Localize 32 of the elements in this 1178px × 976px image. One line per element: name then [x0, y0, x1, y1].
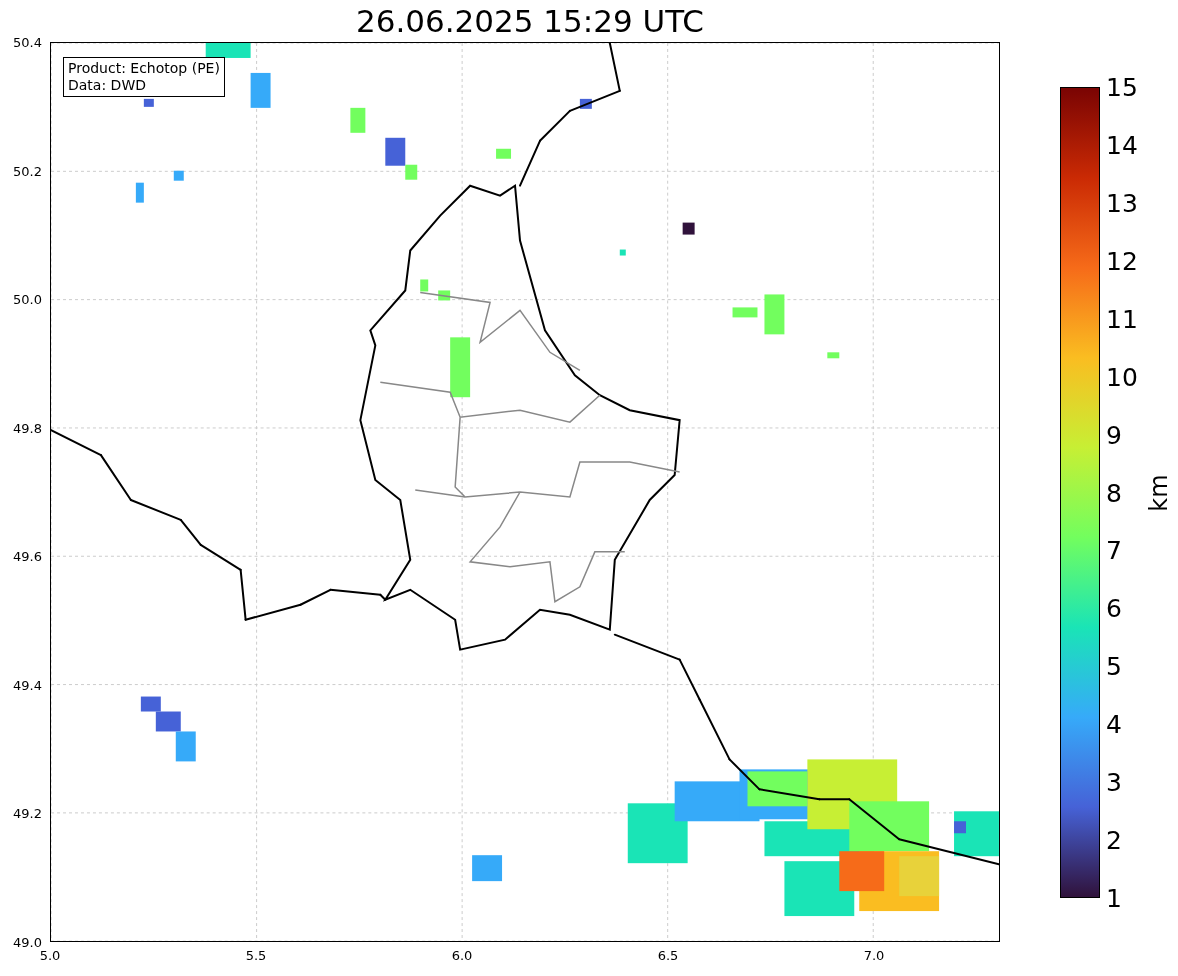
colorbar-tick-label: 9 [1106, 420, 1122, 450]
colorbar-tick-label: 8 [1106, 478, 1122, 507]
colorbar-tick-label: 14 [1106, 130, 1138, 160]
y-tick-label: 49.2 [13, 805, 42, 821]
x-tick-label: 7.0 [863, 948, 885, 963]
x-tick-label: 6.0 [451, 948, 473, 963]
colorbar-tick-label: 10 [1106, 362, 1138, 392]
colorbar-tick-label: 3 [1106, 767, 1122, 797]
colorbar-tick-label: 1 [1106, 883, 1122, 913]
colorbar-tick-label: 13 [1106, 188, 1138, 218]
info-text: Data: DWD [68, 77, 147, 94]
info-text: Product: Echotop (PE) [68, 60, 220, 77]
x-tick-label: 5.5 [245, 948, 267, 963]
colorbar-tick-label: 6 [1106, 593, 1122, 623]
y-tick-label: 50.2 [13, 163, 42, 179]
colorbar-tick-label: 11 [1106, 304, 1138, 334]
y-tick-label: 50.0 [13, 291, 42, 307]
colorbar-tick-label: 15 [1106, 72, 1138, 102]
colorbar-tick-label: 2 [1106, 825, 1122, 855]
y-tick-label: 49.4 [13, 677, 42, 693]
y-tick-label: 50.4 [13, 34, 42, 50]
chart-title: 26.06.2025 15:29 UTC [355, 2, 705, 41]
colorbar-tick-label: 12 [1106, 246, 1138, 276]
colorbar-tick-label: 7 [1106, 535, 1122, 565]
x-tick-label: 6.5 [657, 948, 679, 963]
y-tick-label: 49.0 [13, 934, 42, 950]
colorbar-label: km [1144, 473, 1173, 512]
colorbar-tick-label: 4 [1106, 709, 1122, 739]
colorbar-tick-label: 5 [1106, 651, 1122, 681]
y-tick-label: 49.8 [13, 420, 42, 436]
y-tick-label: 49.6 [13, 548, 42, 564]
x-tick-label: 5.0 [39, 948, 61, 963]
